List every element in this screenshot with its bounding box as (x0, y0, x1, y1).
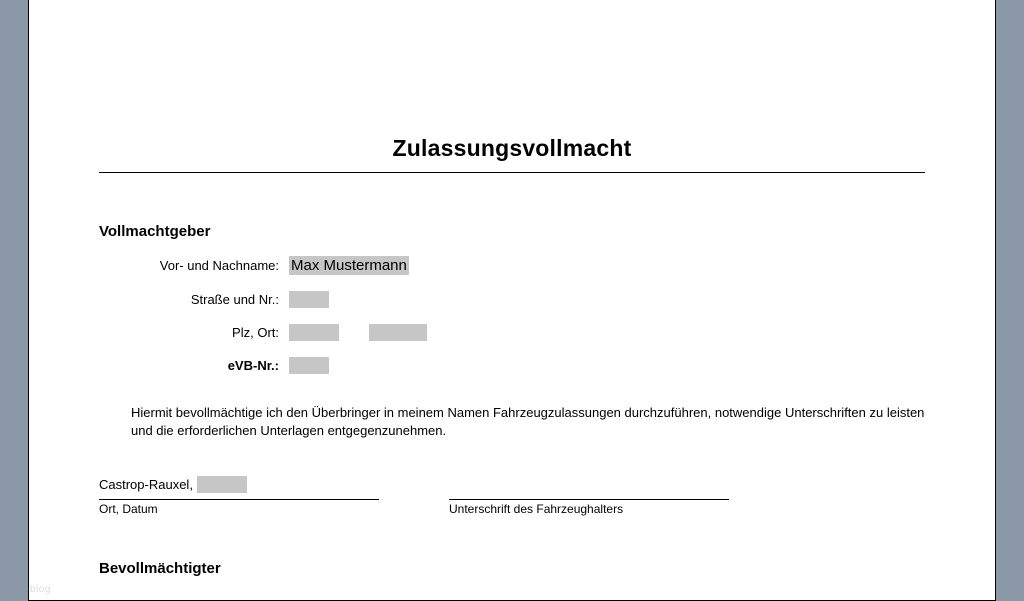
city-label: Plz, Ort: (99, 325, 289, 340)
field-row-city: Plz, Ort: (99, 324, 925, 341)
signature-date-redacted (197, 476, 247, 493)
title-divider (99, 172, 925, 173)
signature-city-row: Castrop-Rauxel, (99, 476, 925, 493)
field-row-evb: eVB-Nr.: (99, 357, 925, 374)
name-label: Vor- und Nachname: (99, 258, 289, 273)
evb-value-wrap (289, 357, 329, 374)
signature-label-left: Ort, Datum (99, 502, 379, 516)
street-value-wrap (289, 291, 329, 308)
document-page: Zulassungsvollmacht Vollmachtgeber Vor- … (28, 0, 996, 601)
section-authorized-heading: Bevollmächtigter (99, 560, 925, 577)
signature-city-prefix: Castrop-Rauxel, (99, 477, 193, 492)
field-row-street: Straße und Nr.: (99, 291, 925, 308)
evb-label: eVB-Nr.: (99, 358, 289, 373)
field-row-name: Vor- und Nachname: Max Mustermann (99, 256, 925, 275)
street-label: Straße und Nr.: (99, 292, 289, 307)
ort-redacted (369, 324, 427, 341)
signature-area: Castrop-Rauxel, Ort, Datum Unterschrift … (99, 476, 925, 516)
section-grantor-heading: Vollmachtgeber (99, 223, 925, 240)
authorization-paragraph: Hiermit bevollmächtige ich den Überbring… (131, 404, 925, 440)
city-value-wrap (289, 324, 427, 341)
signature-labels: Ort, Datum Unterschrift des Fahrzeughalt… (99, 502, 925, 516)
watermark: blog (30, 584, 51, 595)
signature-line-right (449, 499, 729, 500)
street-redacted (289, 291, 329, 308)
signature-line-left (99, 499, 379, 500)
evb-redacted (289, 357, 329, 374)
name-value-wrap: Max Mustermann (289, 256, 409, 275)
plz-redacted (289, 324, 339, 341)
signature-rules (99, 499, 925, 500)
name-value: Max Mustermann (289, 256, 409, 275)
document-title: Zulassungsvollmacht (99, 135, 925, 162)
signature-label-right: Unterschrift des Fahrzeughalters (449, 502, 623, 516)
